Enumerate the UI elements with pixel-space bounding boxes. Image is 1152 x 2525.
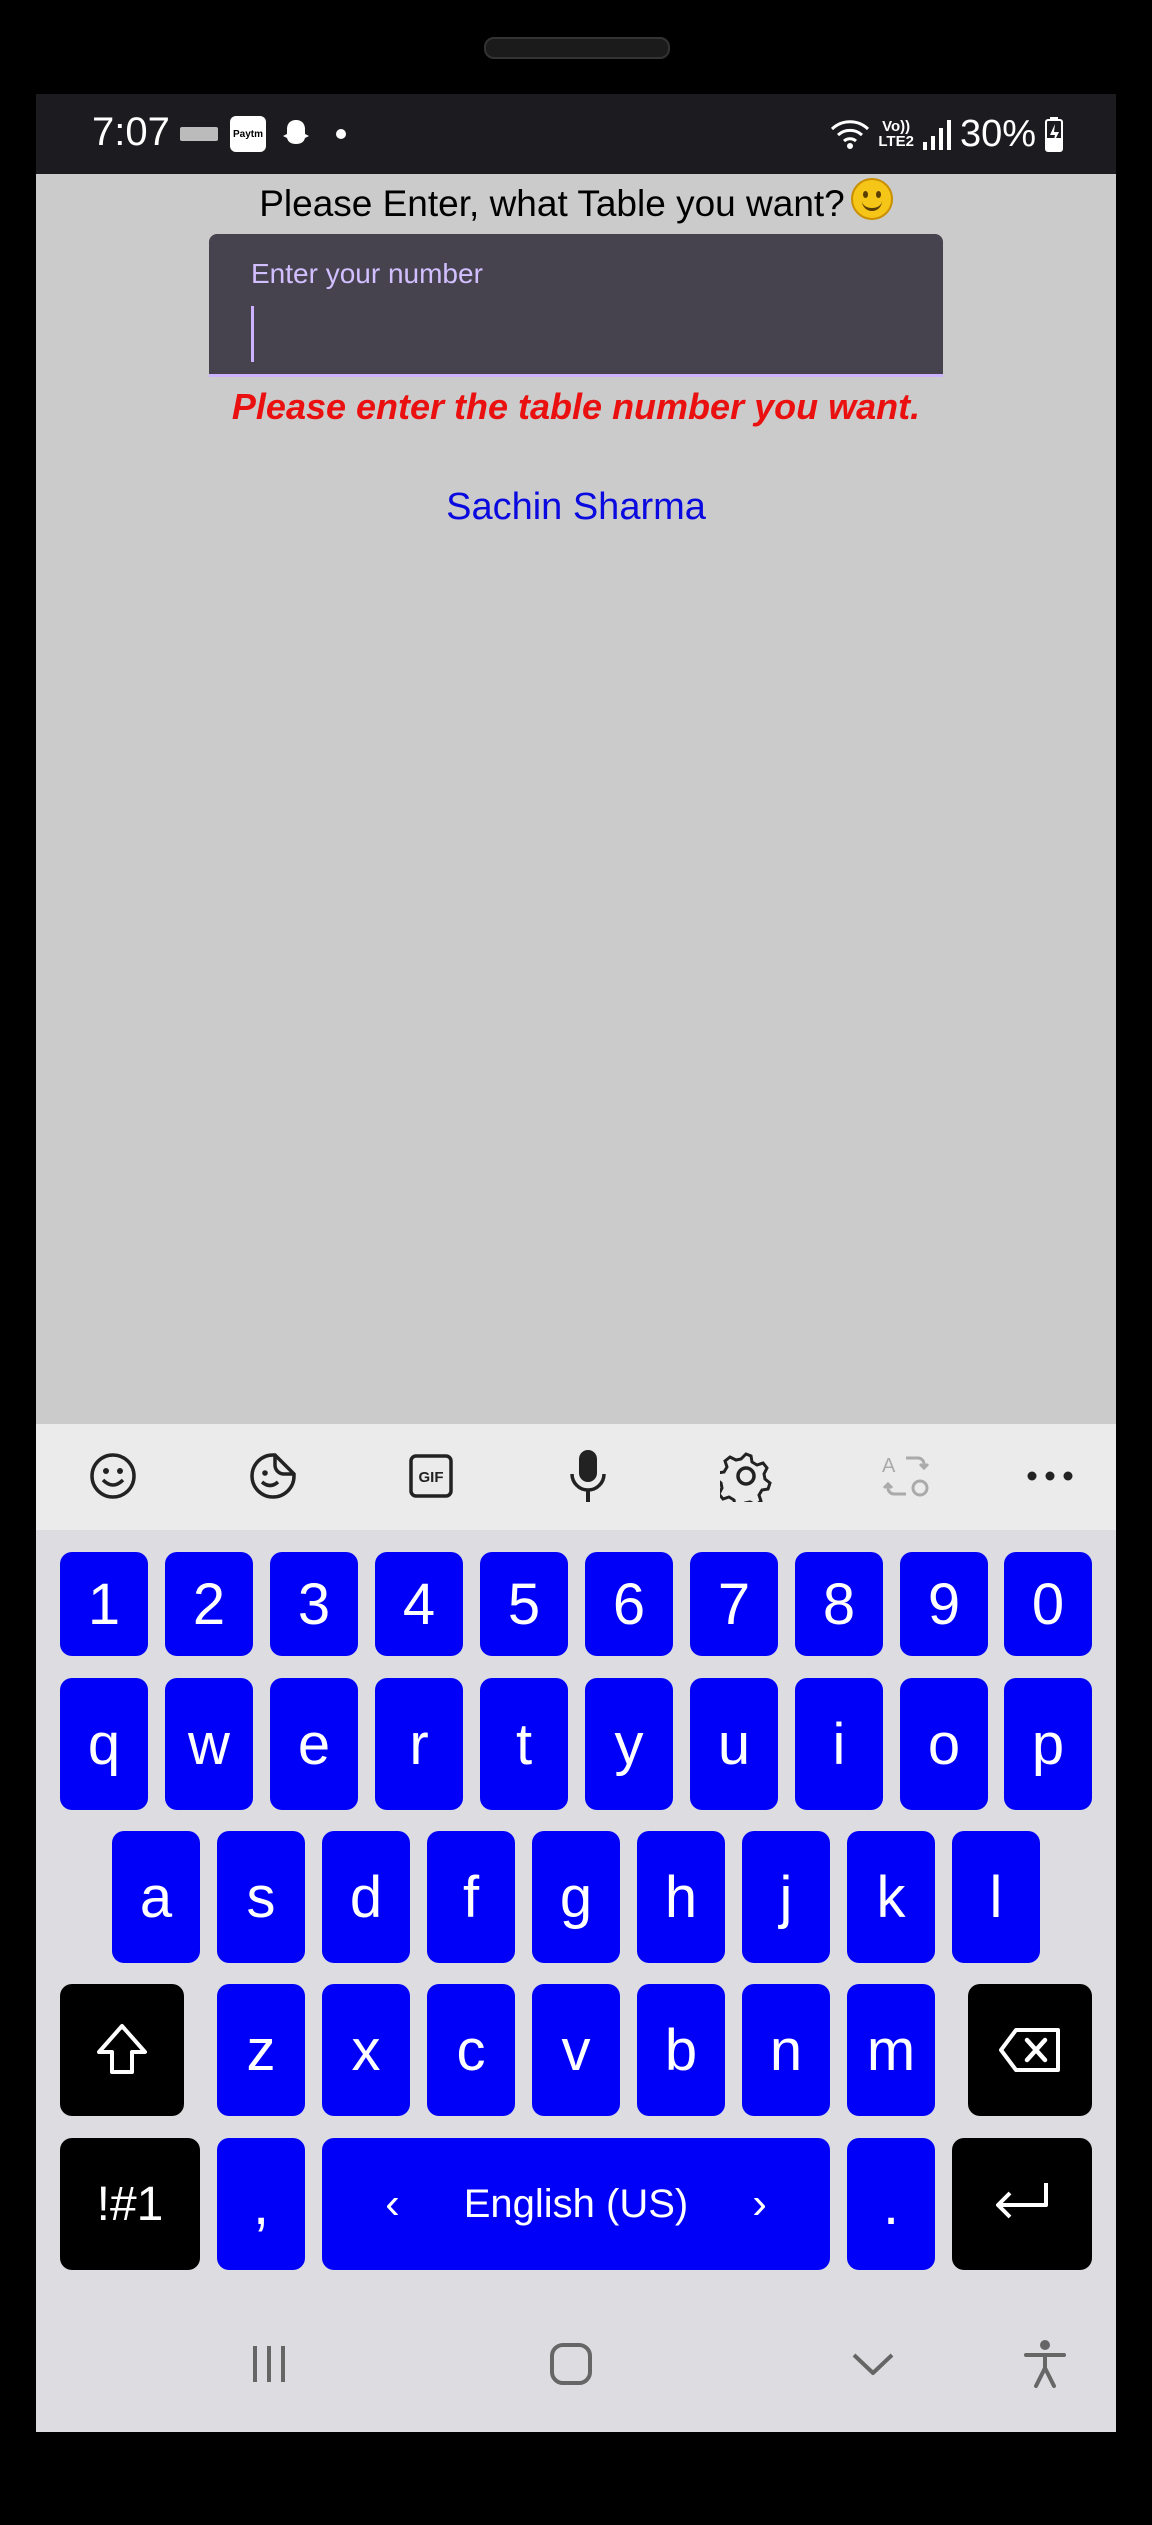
emoji-icon[interactable] xyxy=(83,1446,143,1506)
status-bar: 7:07 Paytm Vo)) LTE2 30% xyxy=(36,94,1116,174)
key-y[interactable]: y xyxy=(585,1678,673,1810)
key-3[interactable]: 3 xyxy=(270,1552,358,1656)
more-icon[interactable] xyxy=(1020,1446,1080,1506)
status-right: Vo)) LTE2 30% xyxy=(830,110,1064,158)
key-7[interactable]: 7 xyxy=(690,1552,778,1656)
translate-icon[interactable]: A xyxy=(876,1446,936,1506)
key-x[interactable]: x xyxy=(322,1984,410,2116)
svg-text:A: A xyxy=(882,1455,896,1477)
key-t[interactable]: t xyxy=(480,1678,568,1810)
smiley-emoji-icon xyxy=(850,178,893,220)
paytm-text: Paytm xyxy=(232,128,263,140)
key-r[interactable]: r xyxy=(375,1678,463,1810)
key-w[interactable]: w xyxy=(165,1678,253,1810)
key-e[interactable]: e xyxy=(270,1678,358,1810)
number-input-field[interactable]: Enter your number xyxy=(209,234,943,377)
text-cursor xyxy=(251,306,254,362)
phone-frame: 7:07 Paytm Vo)) LTE2 30% Please Enter, w… xyxy=(0,0,1152,2525)
key-v[interactable]: v xyxy=(532,1984,620,2116)
recents-icon[interactable] xyxy=(234,2334,304,2394)
keyboard-toolbar: GIF A xyxy=(36,1424,1116,1530)
key-c[interactable]: c xyxy=(427,1984,515,2116)
battery-charging-icon xyxy=(1044,116,1064,152)
key-d[interactable]: d xyxy=(322,1831,410,1963)
key-m[interactable]: m xyxy=(847,1984,935,2116)
key-9[interactable]: 9 xyxy=(900,1552,988,1656)
key-i[interactable]: i xyxy=(795,1678,883,1810)
gif-text: GIF xyxy=(419,1469,444,1486)
key-j[interactable]: j xyxy=(742,1831,830,1963)
key-z[interactable]: z xyxy=(217,1984,305,2116)
key-f[interactable]: f xyxy=(427,1831,515,1963)
dot-icon xyxy=(336,129,346,139)
key-l[interactable]: l xyxy=(952,1831,1040,1963)
key-1[interactable]: 1 xyxy=(60,1552,148,1656)
error-message: Please enter the table number you want. xyxy=(231,386,921,427)
enter-key[interactable] xyxy=(952,2138,1092,2270)
key-0[interactable]: 0 xyxy=(1004,1552,1092,1656)
sticker-icon[interactable] xyxy=(243,1446,303,1506)
space-language-label: English (US) xyxy=(463,2181,689,2226)
volte-line2: LTE2 xyxy=(878,133,914,150)
key-q[interactable]: q xyxy=(60,1678,148,1810)
shift-icon xyxy=(97,2024,147,2074)
backspace-key[interactable] xyxy=(968,1984,1092,2116)
key-p[interactable]: p xyxy=(1004,1678,1092,1810)
mini-logo-icon xyxy=(180,127,218,141)
hide-keyboard-icon[interactable] xyxy=(838,2334,908,2394)
home-icon[interactable] xyxy=(536,2334,606,2394)
space-left-arrow-icon: ‹ xyxy=(385,2179,400,2228)
settings-icon[interactable] xyxy=(716,1446,776,1506)
key-4[interactable]: 4 xyxy=(375,1552,463,1656)
symbols-key[interactable]: !#1 xyxy=(60,2138,200,2270)
key-2[interactable]: 2 xyxy=(165,1552,253,1656)
key-5[interactable]: 5 xyxy=(480,1552,568,1656)
comma-key[interactable]: , xyxy=(217,2138,305,2270)
earpiece-speaker xyxy=(484,37,670,59)
key-6[interactable]: 6 xyxy=(585,1552,673,1656)
page-title: Please Enter, what Table you want? xyxy=(36,178,1116,225)
paytm-icon: Paytm xyxy=(230,116,266,152)
number-input[interactable] xyxy=(261,302,905,364)
accessibility-icon[interactable] xyxy=(1010,2334,1080,2394)
key-k[interactable]: k xyxy=(847,1831,935,1963)
key-b[interactable]: b xyxy=(637,1984,725,2116)
screen: 7:07 Paytm Vo)) LTE2 30% Please Enter, w… xyxy=(36,94,1116,2432)
enter-icon xyxy=(996,2183,1048,2219)
navigation-bar xyxy=(36,2298,1116,2432)
page-title-text: Please Enter, what Table you want? xyxy=(259,183,845,224)
key-u[interactable]: u xyxy=(690,1678,778,1810)
input-label: Enter your number xyxy=(251,258,483,289)
key-g[interactable]: g xyxy=(532,1831,620,1963)
key-o[interactable]: o xyxy=(900,1678,988,1810)
volte-line1: Vo)) xyxy=(882,118,911,135)
key-s[interactable]: s xyxy=(217,1831,305,1963)
notification-icons: Paytm xyxy=(180,114,346,154)
key-n[interactable]: n xyxy=(742,1984,830,2116)
backspace-icon xyxy=(999,2028,1060,2072)
key-h[interactable]: h xyxy=(637,1831,725,1963)
space-right-arrow-icon: › xyxy=(752,2179,767,2228)
wifi-icon xyxy=(830,117,870,151)
author-name: Sachin Sharma xyxy=(446,486,706,528)
keyboard: GIF A 1 2 3 4 5 6 7 8 9 0 q w e r t y u … xyxy=(36,1424,1116,2432)
gif-icon[interactable]: GIF xyxy=(401,1446,461,1506)
key-a[interactable]: a xyxy=(112,1831,200,1963)
signal-icon xyxy=(922,118,952,150)
volte-indicator: Vo)) LTE2 xyxy=(878,119,914,149)
battery-percent: 30% xyxy=(959,112,1036,155)
snapchat-icon xyxy=(278,116,314,152)
period-key[interactable]: . xyxy=(847,2138,935,2270)
mic-icon[interactable] xyxy=(558,1446,618,1506)
status-time: 7:07 xyxy=(92,110,170,154)
space-key[interactable]: ‹ English (US) › xyxy=(322,2138,830,2270)
shift-key[interactable] xyxy=(60,1984,184,2116)
key-8[interactable]: 8 xyxy=(795,1552,883,1656)
